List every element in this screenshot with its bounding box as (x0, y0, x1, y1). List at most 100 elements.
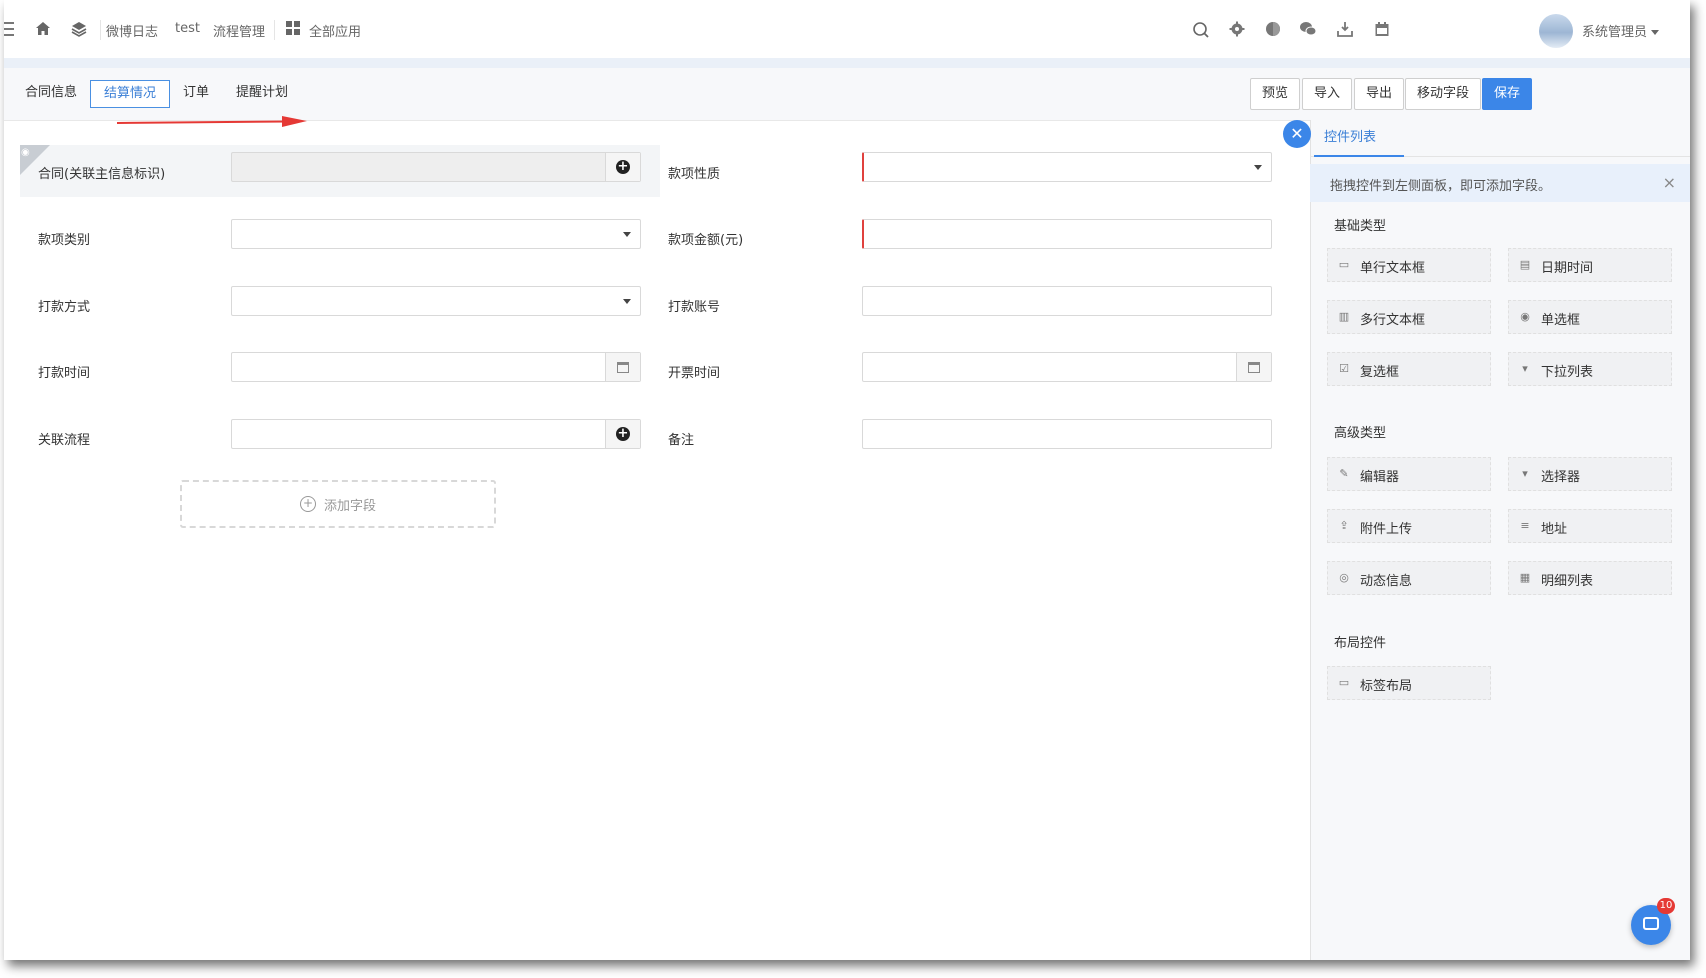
upload-icon: ⇪ (1339, 519, 1349, 532)
calendar-icon: ▤ (1519, 258, 1531, 271)
invoice-time-picker-button[interactable] (1236, 353, 1271, 381)
control-checkbox[interactable]: ☑ 复选框 (1327, 352, 1491, 386)
wechat-icon[interactable] (1299, 21, 1317, 39)
eye-icon: ◉ (21, 147, 30, 158)
save-button[interactable]: 保存 (1482, 78, 1533, 110)
basic-types-heading: 基础类型 (1334, 219, 1387, 234)
control-label: 复选框 (1360, 365, 1400, 380)
dropdown-icon: ▾ (1522, 362, 1528, 375)
export-button[interactable]: 导出 (1354, 78, 1405, 110)
menu-icon[interactable] (4, 22, 14, 36)
pay-account-input[interactable] (862, 286, 1272, 316)
pay-account-label: 打款账号 (668, 300, 721, 315)
related-flow-field[interactable]: + (231, 419, 641, 449)
payment-nature-label: 款项性质 (668, 167, 721, 182)
active-tab-indicator (1314, 155, 1404, 157)
advanced-types-heading: 高级类型 (1334, 426, 1387, 441)
user-avatar[interactable] (1539, 14, 1573, 48)
tab-layout-icon: ▭ (1338, 676, 1350, 689)
control-label: 下拉列表 (1541, 365, 1594, 380)
control-editor[interactable]: ✎ 编辑器 (1327, 457, 1491, 491)
nav-link-process-management[interactable]: 流程管理 (213, 21, 265, 40)
app-window: 微博日志 test 流程管理 全部应用 系统管理员 合同信息 结算情况 订单 提… (4, 0, 1690, 960)
add-circle-icon: + (616, 159, 630, 174)
pay-time-input[interactable] (231, 352, 641, 382)
control-label: 单选框 (1541, 313, 1581, 328)
payment-amount-label: 款项金额(元) (668, 233, 744, 248)
payment-amount-input[interactable] (862, 219, 1272, 249)
tab-settlement[interactable]: 结算情况 (90, 80, 171, 108)
pay-time-picker-button[interactable] (605, 353, 640, 381)
remark-label: 备注 (668, 433, 695, 448)
pay-method-label: 打款方式 (38, 300, 91, 315)
user-menu[interactable]: 系统管理员 (1582, 21, 1660, 40)
move-field-button[interactable]: 移动字段 (1405, 78, 1482, 110)
user-name: 系统管理员 (1582, 25, 1648, 40)
calendar-icon (617, 361, 629, 373)
contract-label: 合同(关联主信息标识) (38, 167, 166, 182)
chevron-down-icon (623, 232, 631, 237)
tab-order[interactable]: 订单 (170, 80, 222, 106)
drag-tip-text: 拖拽控件到左侧面板，即可添加字段。 (1330, 179, 1552, 194)
layers-icon[interactable] (70, 20, 88, 38)
chevron-down-icon (1254, 165, 1262, 170)
textarea-icon: ▥ (1338, 310, 1350, 323)
add-circle-icon: + (616, 426, 630, 441)
nav-divider (274, 20, 275, 40)
related-flow-select-button[interactable]: + (605, 420, 640, 448)
related-flow-label: 关联流程 (38, 433, 91, 448)
tab-control-list[interactable]: 控件列表 (1324, 126, 1376, 145)
control-datetime[interactable]: ▤ 日期时间 (1508, 248, 1672, 282)
invoice-time-label: 开票时间 (668, 366, 721, 381)
address-icon: ≡ (1520, 519, 1530, 532)
control-attachment-upload[interactable]: ⇪ 附件上传 (1327, 509, 1491, 543)
remark-input[interactable] (862, 419, 1272, 449)
control-dropdown[interactable]: ▾ 下拉列表 (1508, 352, 1672, 386)
contract-select-button[interactable]: + (605, 153, 640, 181)
nav-link-weibo-log[interactable]: 微博日志 (106, 21, 158, 40)
control-dynamic-info[interactable]: ◎ 动态信息 (1327, 561, 1491, 595)
preview-button[interactable]: 预览 (1250, 78, 1301, 110)
control-single-line-text[interactable]: ▭ 单行文本框 (1327, 248, 1491, 282)
invoice-time-input[interactable] (862, 352, 1272, 382)
control-multi-line-text[interactable]: ▥ 多行文本框 (1327, 300, 1491, 334)
pay-method-select[interactable] (231, 286, 641, 316)
control-tab-layout[interactable]: ▭ 标签布局 (1327, 666, 1491, 700)
tab-reminder-plan[interactable]: 提醒计划 (223, 80, 301, 106)
settings-gear-icon[interactable] (1228, 21, 1246, 39)
download-icon[interactable] (1336, 21, 1354, 39)
calendar-icon[interactable] (1373, 21, 1391, 39)
home-icon[interactable] (34, 20, 52, 38)
add-field-label: 添加字段 (323, 498, 376, 514)
close-tip-icon[interactable]: × (1663, 173, 1676, 192)
control-selector[interactable]: ▾ 选择器 (1508, 457, 1672, 491)
dynamic-info-icon: ◎ (1339, 571, 1349, 584)
tab-contract-info[interactable]: 合同信息 (12, 80, 90, 106)
table-icon: ▦ (1519, 571, 1531, 584)
add-field-button[interactable]: + 添加字段 (180, 480, 496, 528)
close-panel-button[interactable]: ✕ (1283, 120, 1311, 148)
control-detail-list[interactable]: ▦ 明细列表 (1508, 561, 1672, 595)
import-button[interactable]: 导入 (1302, 78, 1353, 110)
control-radio[interactable]: ◉ 单选框 (1508, 300, 1672, 334)
control-label: 多行文本框 (1360, 313, 1426, 328)
pay-time-label: 打款时间 (38, 366, 91, 381)
payment-category-select[interactable] (231, 219, 641, 249)
control-label: 动态信息 (1360, 574, 1413, 589)
radio-icon: ◉ (1520, 310, 1530, 323)
textbox-icon: ▭ (1338, 258, 1350, 271)
nav-link-test[interactable]: test (175, 21, 200, 36)
apps-grid-icon[interactable] (284, 20, 302, 38)
contract-field[interactable]: + (231, 152, 641, 182)
header-band (4, 58, 1690, 68)
chevron-down-icon (623, 299, 631, 304)
control-address[interactable]: ≡ 地址 (1508, 509, 1672, 543)
drag-tip-banner: 拖拽控件到左侧面板，即可添加字段。 × (1310, 164, 1690, 202)
annotation-arrow (117, 116, 307, 127)
edit-icon: ✎ (1339, 467, 1349, 480)
search-icon[interactable] (1192, 21, 1210, 39)
nav-link-all-apps[interactable]: 全部应用 (309, 21, 361, 40)
theme-icon[interactable] (1264, 21, 1282, 39)
payment-nature-select[interactable] (862, 152, 1272, 182)
control-label: 附件上传 (1360, 522, 1413, 537)
